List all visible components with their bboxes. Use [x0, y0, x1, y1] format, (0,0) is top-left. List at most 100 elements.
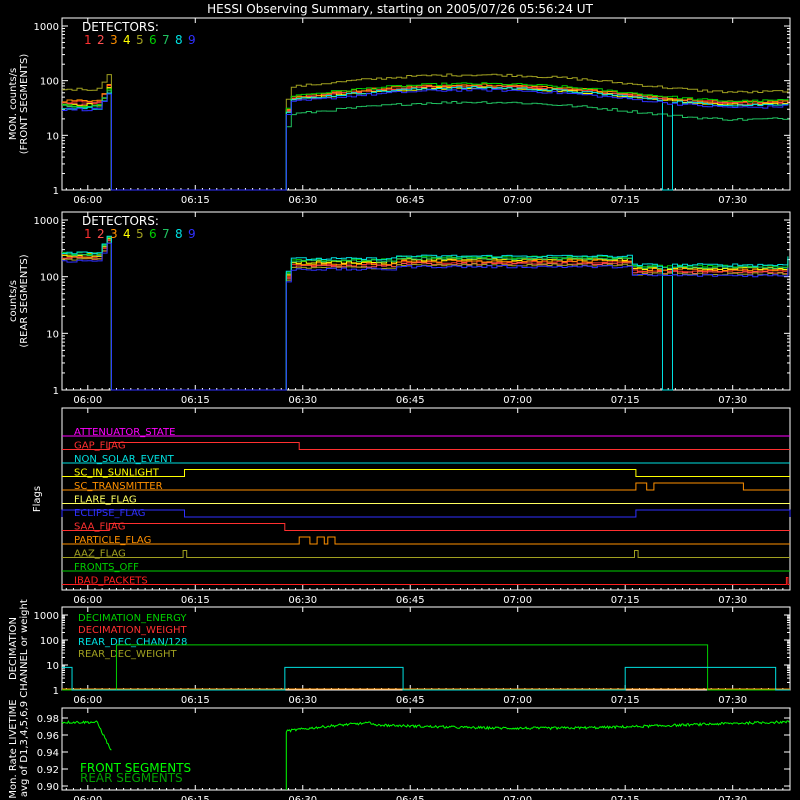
- y-tick-label: 1: [53, 386, 59, 397]
- x-tick-label: 07:30: [718, 195, 747, 206]
- x-tick-label: 07:00: [503, 595, 532, 606]
- legend-title: DETECTORS:: [82, 214, 159, 228]
- x-tick-label: 06:45: [396, 395, 425, 406]
- legend-entry: 6: [149, 33, 157, 47]
- rear-y-axis: 1 10 100 1000: [34, 216, 790, 397]
- rear-series-2: [62, 240, 789, 391]
- x-tick-label: 06:45: [396, 695, 425, 706]
- decimation-rear-chan-line: [62, 666, 790, 691]
- y-tick-label: 1000: [34, 22, 59, 33]
- x-tick-label: 07:15: [611, 595, 640, 606]
- legend-entry: 8: [175, 33, 183, 47]
- rear-series-4: [62, 238, 789, 391]
- figure-canvas: HESSI Observing Summary, starting on 200…: [8, 2, 791, 800]
- x-tick-label: 07:15: [611, 195, 640, 206]
- rear-series-8: [62, 235, 789, 391]
- legend-entry: 4: [123, 33, 131, 47]
- legend-entry: 1: [84, 33, 92, 47]
- rear-time-ticks: 06:00 06:15 06:30 06:45 07:00 07:15 07:30: [65, 212, 791, 406]
- decimation-ylabel: DECIMATION CHANNEL or weight: [8, 599, 30, 698]
- x-tick-label: 07:30: [718, 395, 747, 406]
- y-tick-label: 0.94: [37, 748, 59, 759]
- y-tick-label: 1000: [34, 611, 59, 622]
- y-tick-label: 0.96: [37, 731, 59, 742]
- x-tick-label: 06:45: [396, 795, 425, 800]
- flags-ylabel: Flags: [32, 486, 43, 512]
- legend-entry: 9: [188, 33, 196, 47]
- livetime-front-series-b: [285, 720, 790, 790]
- flag-line: [62, 482, 790, 491]
- y-axis-label-2: (FRONT SEGMENTS): [19, 54, 30, 155]
- hessi-summary-figure: HESSI Observing Summary, starting on 200…: [0, 0, 800, 800]
- x-tick-label: 07:00: [503, 695, 532, 706]
- x-tick-label: 07:30: [718, 795, 747, 800]
- figure-title: HESSI Observing Summary, starting on 200…: [207, 2, 593, 16]
- rear-ylabel: counts/s (REAR SEGMENTS): [8, 254, 30, 347]
- y-tick-label: 100: [40, 273, 59, 284]
- livetime-ylabel: Mon. Rate LIVETIME: [8, 699, 19, 798]
- y-axis-label: counts/s: [8, 280, 19, 322]
- x-tick-label: 06:30: [288, 595, 317, 606]
- livetime-front-series-a: [61, 720, 112, 751]
- y-tick-label: 0.92: [37, 765, 59, 776]
- legend-entry: 7: [162, 227, 170, 241]
- x-tick-label: 06:00: [73, 195, 102, 206]
- y-axis-label-2: (REAR SEGMENTS): [19, 254, 30, 347]
- x-tick-label: 06:00: [73, 795, 102, 800]
- legend-entry: 6: [149, 227, 157, 241]
- legend-entry: 3: [110, 227, 118, 241]
- x-tick-label: 06:15: [181, 695, 210, 706]
- legend-entry: 5: [136, 227, 144, 241]
- x-tick-label: 06:45: [396, 195, 425, 206]
- front-legend: DETECTORS:1 2 3 4 5 6 7 8 9: [82, 20, 196, 47]
- y-tick-label: 1000: [34, 216, 59, 227]
- x-tick-label: 06:30: [288, 695, 317, 706]
- legend-entry: 4: [123, 227, 131, 241]
- x-tick-label: 06:45: [396, 595, 425, 606]
- decimation-legend-entry: DECIMATION_WEIGHT: [78, 625, 187, 636]
- x-tick-label: 06:15: [181, 595, 210, 606]
- front-ylabel: MON. counts/s (FRONT SEGMENTS): [8, 54, 30, 155]
- front-y-axis: 1 10 100 1000: [34, 22, 790, 197]
- front-series-3: [62, 83, 789, 191]
- x-tick-label: 07:00: [503, 395, 532, 406]
- x-tick-label: 07:30: [718, 695, 747, 706]
- x-tick-label: 06:15: [181, 795, 210, 800]
- y-tick-label: 100: [40, 636, 59, 647]
- flag-line: [62, 577, 790, 585]
- x-tick-label: 07:15: [611, 695, 640, 706]
- x-tick-label: 06:30: [288, 795, 317, 800]
- flag-line: [62, 550, 790, 558]
- rear-frame: [61, 211, 791, 391]
- flag-line: [62, 469, 790, 477]
- legend-entry: 8: [175, 227, 183, 241]
- legend-entry: 3: [110, 33, 118, 47]
- x-tick-label: 07:00: [503, 195, 532, 206]
- x-tick-label: 06:00: [73, 395, 102, 406]
- legend-entry: 5: [136, 33, 144, 47]
- flag-line: [62, 523, 790, 531]
- y-tick-label: 1: [53, 686, 59, 697]
- flag-line: [61, 509, 791, 518]
- legend-title: DETECTORS:: [82, 20, 159, 34]
- y-tick-label: 0.90: [37, 782, 59, 793]
- x-tick-label: 06:30: [288, 395, 317, 406]
- y-tick-label: 10: [46, 329, 59, 340]
- y-tick-label: 0.98: [37, 714, 59, 725]
- x-tick-label: 07:15: [611, 795, 640, 800]
- livetime-ylabel-2: avg of D1,3,4,5,6,9: [19, 701, 30, 797]
- front-series-8: [62, 86, 789, 191]
- x-tick-label: 06:15: [181, 195, 210, 206]
- x-tick-label: 06:15: [181, 395, 210, 406]
- y-axis-label: MON. counts/s: [8, 68, 19, 140]
- y-axis-label-2: CHANNEL or weight: [19, 599, 30, 698]
- livetime-legend-rear: REAR SEGMENTS: [80, 771, 183, 785]
- decimation-legend-entry: DECIMATION_ENERGY: [78, 613, 187, 624]
- x-tick-label: 07:30: [718, 595, 747, 606]
- y-tick-label: 10: [46, 131, 59, 142]
- rear-series-6: [62, 236, 789, 391]
- y-axis-label: DECIMATION: [8, 617, 19, 680]
- legend-entry: 1: [84, 227, 92, 241]
- rear-legend: DETECTORS:1 2 3 4 5 6 7 8 9: [82, 214, 196, 241]
- decimation-legend-entry: REAR_DEC_WEIGHT: [78, 649, 177, 660]
